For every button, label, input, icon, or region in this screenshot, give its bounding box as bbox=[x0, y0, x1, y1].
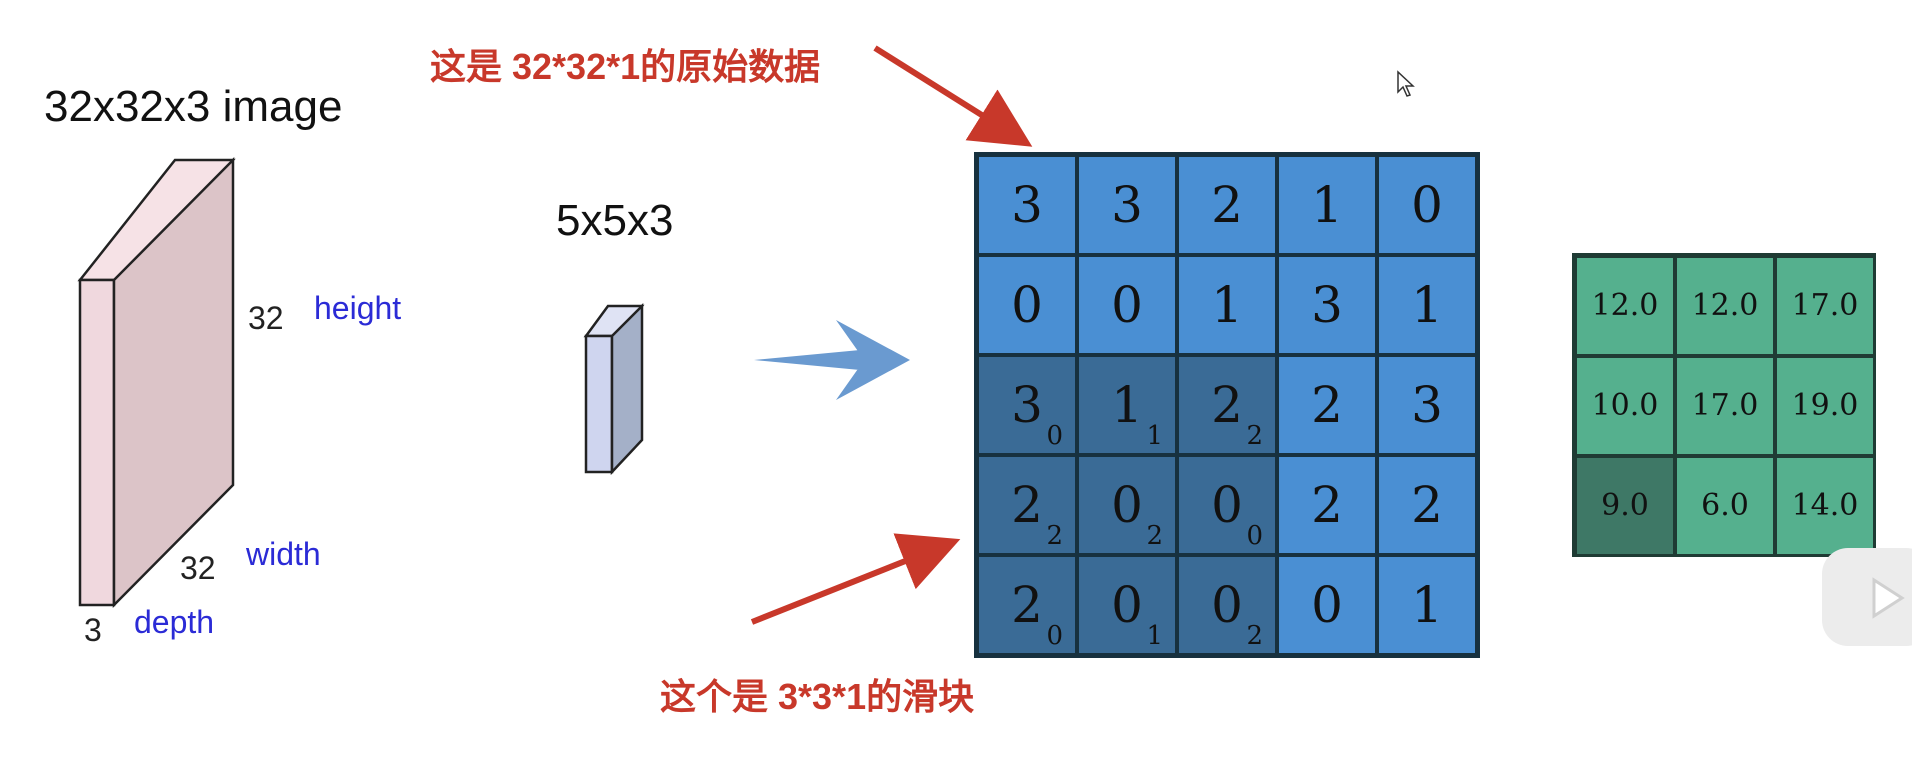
output-cell: 19.0 bbox=[1777, 358, 1873, 454]
input-cell: 0 bbox=[1379, 157, 1475, 253]
output-cell: 12.0 bbox=[1577, 258, 1673, 354]
input-cell: 02 bbox=[1179, 557, 1275, 653]
input-cell-value: 3 bbox=[1011, 176, 1043, 234]
input-cell: 22 bbox=[1179, 357, 1275, 453]
input-cell: 2 bbox=[1279, 457, 1375, 553]
input-cell: 02 bbox=[1079, 457, 1175, 553]
output-cell: 9.0 bbox=[1577, 458, 1673, 554]
input-cell: 3 bbox=[1079, 157, 1175, 253]
input-cell-value: 1 bbox=[1111, 376, 1143, 434]
input-cell: 1 bbox=[1179, 257, 1275, 353]
input-cell-value: 0 bbox=[1411, 176, 1443, 234]
kernel-weight: 2 bbox=[1246, 621, 1263, 651]
kernel-weight: 2 bbox=[1046, 521, 1063, 551]
input-cell: 30 bbox=[979, 357, 1075, 453]
input-cell-value: 0 bbox=[1211, 476, 1243, 534]
input-cell: 3 bbox=[1379, 357, 1475, 453]
input-cell: 01 bbox=[1079, 557, 1175, 653]
input-cell: 2 bbox=[1279, 357, 1375, 453]
bottom-annotation-arrow bbox=[750, 533, 961, 625]
input-cell-value: 1 bbox=[1311, 176, 1343, 234]
kernel-weight: 1 bbox=[1146, 421, 1163, 451]
mouse-cursor-icon bbox=[1397, 70, 1415, 97]
kernel-weight: 2 bbox=[1246, 421, 1263, 451]
input-cell: 3 bbox=[1279, 257, 1375, 353]
input-cell: 22 bbox=[979, 457, 1075, 553]
input-cell-value: 3 bbox=[1111, 176, 1143, 234]
output-cell: 12.0 bbox=[1677, 258, 1773, 354]
input-cell: 0 bbox=[979, 257, 1075, 353]
output-cell: 17.0 bbox=[1777, 258, 1873, 354]
input-cell-value: 2 bbox=[1011, 476, 1043, 534]
input-cell-value: 0 bbox=[1111, 276, 1143, 334]
input-cell-value: 0 bbox=[1111, 576, 1143, 634]
input-cell-value: 0 bbox=[1311, 576, 1343, 634]
input-cell-value: 0 bbox=[1211, 576, 1243, 634]
input-cell: 0 bbox=[1079, 257, 1175, 353]
input-cell: 20 bbox=[979, 557, 1075, 653]
input-cell-value: 2 bbox=[1311, 376, 1343, 434]
input-cell: 1 bbox=[1379, 557, 1475, 653]
kernel-weight: 0 bbox=[1246, 521, 1263, 551]
input-cell: 00 bbox=[1179, 457, 1275, 553]
input-cell-value: 2 bbox=[1211, 176, 1243, 234]
input-cell-value: 3 bbox=[1011, 376, 1043, 434]
kernel-weight: 0 bbox=[1046, 621, 1063, 651]
input-cell-value: 1 bbox=[1411, 276, 1443, 334]
input-cell-value: 0 bbox=[1011, 276, 1043, 334]
input-grid: 3321000131301122232202002220010201 bbox=[974, 152, 1480, 658]
input-cell: 11 bbox=[1079, 357, 1175, 453]
input-cell-value: 2 bbox=[1411, 476, 1443, 534]
input-cell-value: 3 bbox=[1311, 276, 1343, 334]
output-cell: 6.0 bbox=[1677, 458, 1773, 554]
input-cell: 1 bbox=[1379, 257, 1475, 353]
input-cell-value: 1 bbox=[1211, 276, 1243, 334]
output-cell: 10.0 bbox=[1577, 358, 1673, 454]
input-cell: 1 bbox=[1279, 157, 1375, 253]
video-play-button[interactable] bbox=[1822, 548, 1912, 646]
input-cell: 2 bbox=[1179, 157, 1275, 253]
input-cell-value: 3 bbox=[1411, 376, 1443, 434]
input-cell: 3 bbox=[979, 157, 1075, 253]
input-cell: 2 bbox=[1379, 457, 1475, 553]
output-grid: 12.0 12.0 17.0 10.0 17.0 19.0 9.0 6.0 14.0 bbox=[1572, 253, 1876, 557]
kernel-annotation: 这个是 3*3*1的滑块 bbox=[660, 676, 975, 717]
output-cell: 17.0 bbox=[1677, 358, 1773, 454]
input-cell-value: 2 bbox=[1311, 476, 1343, 534]
play-icon bbox=[1872, 577, 1905, 619]
input-cell-value: 1 bbox=[1411, 576, 1443, 634]
input-cell: 0 bbox=[1279, 557, 1375, 653]
input-cell-value: 2 bbox=[1011, 576, 1043, 634]
input-cell-value: 2 bbox=[1211, 376, 1243, 434]
kernel-weight: 0 bbox=[1046, 421, 1063, 451]
input-cell-value: 0 bbox=[1111, 476, 1143, 534]
raw-data-annotation: 这是 32*32*1的原始数据 bbox=[430, 46, 821, 87]
kernel-weight: 2 bbox=[1146, 521, 1163, 551]
top-annotation-arrow bbox=[873, 45, 1033, 147]
output-cell: 14.0 bbox=[1777, 458, 1873, 554]
kernel-weight: 1 bbox=[1146, 621, 1163, 651]
